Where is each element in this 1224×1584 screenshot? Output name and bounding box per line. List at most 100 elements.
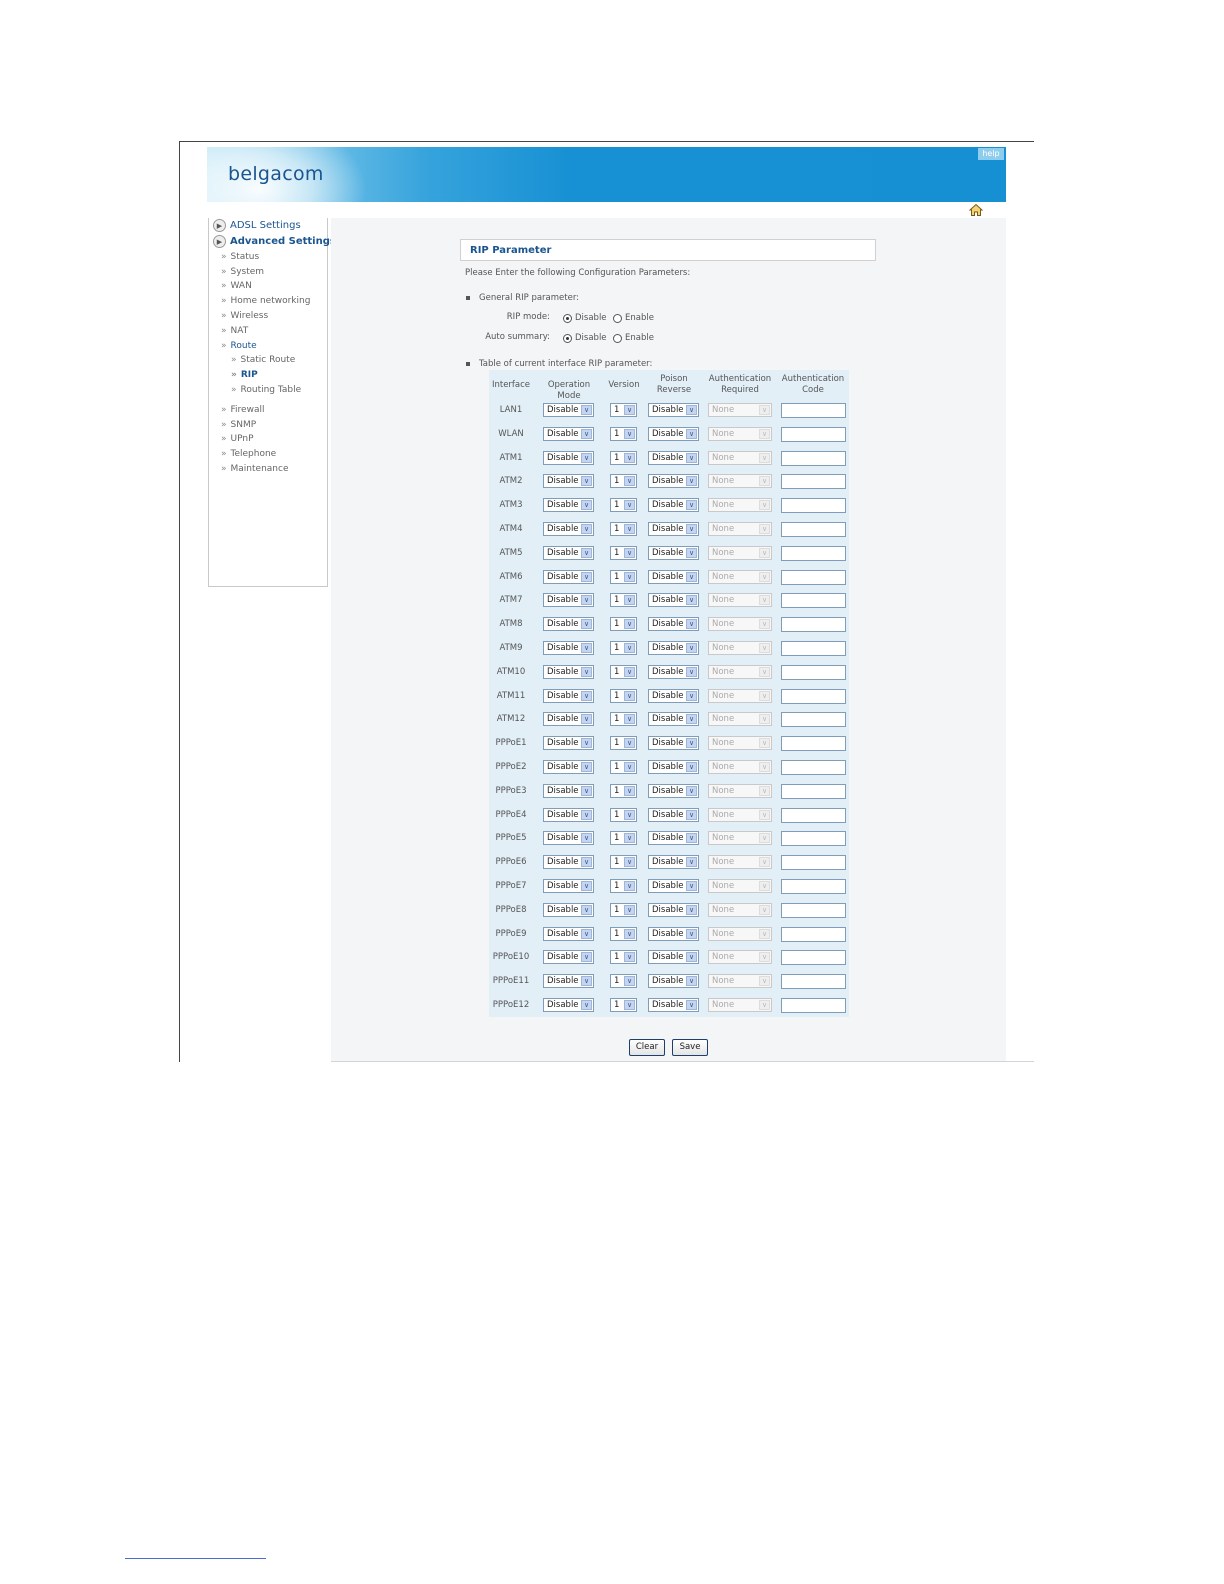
- version-select[interactable]: 1 ∨: [610, 760, 637, 774]
- version-select[interactable]: 1 ∨: [610, 736, 637, 750]
- operation-mode-select[interactable]: Disable ∨: [543, 665, 594, 679]
- auth-code-input[interactable]: [781, 570, 846, 585]
- operation-mode-select[interactable]: Disable ∨: [543, 712, 594, 726]
- poison-reverse-select[interactable]: Disable ∨: [648, 689, 699, 703]
- version-select[interactable]: 1 ∨: [610, 593, 637, 607]
- clear-button[interactable]: Clear: [629, 1039, 665, 1056]
- version-select[interactable]: 1 ∨: [610, 451, 637, 465]
- auth-code-input[interactable]: [781, 855, 846, 870]
- auth-code-input[interactable]: [781, 498, 846, 513]
- operation-mode-select[interactable]: Disable ∨: [543, 950, 594, 964]
- operation-mode-select[interactable]: Disable ∨: [543, 451, 594, 465]
- version-select[interactable]: 1 ∨: [610, 641, 637, 655]
- version-select[interactable]: 1 ∨: [610, 522, 637, 536]
- auth-code-input[interactable]: [781, 474, 846, 489]
- poison-reverse-select[interactable]: Disable ∨: [648, 974, 699, 988]
- poison-reverse-select[interactable]: Disable ∨: [648, 927, 699, 941]
- poison-reverse-select[interactable]: Disable ∨: [648, 998, 699, 1012]
- auth-code-input[interactable]: [781, 974, 846, 989]
- version-select[interactable]: 1 ∨: [610, 855, 637, 869]
- auth-code-input[interactable]: [781, 903, 846, 918]
- operation-mode-select[interactable]: Disable ∨: [543, 427, 594, 441]
- auth-code-input[interactable]: [781, 689, 846, 704]
- auth-code-input[interactable]: [781, 760, 846, 775]
- version-select[interactable]: 1 ∨: [610, 784, 637, 798]
- poison-reverse-select[interactable]: Disable ∨: [648, 546, 699, 560]
- version-select[interactable]: 1 ∨: [610, 927, 637, 941]
- operation-mode-select[interactable]: Disable ∨: [543, 403, 594, 417]
- auth-code-input[interactable]: [781, 593, 846, 608]
- version-select[interactable]: 1 ∨: [610, 427, 637, 441]
- operation-mode-select[interactable]: Disable ∨: [543, 570, 594, 584]
- operation-mode-select[interactable]: Disable ∨: [543, 903, 594, 917]
- poison-reverse-select[interactable]: Disable ∨: [648, 784, 699, 798]
- operation-mode-select[interactable]: Disable ∨: [543, 641, 594, 655]
- auth-code-input[interactable]: [781, 736, 846, 751]
- sidebar-group-advanced[interactable]: ▶ Advanced Settings: [213, 235, 336, 248]
- poison-reverse-select[interactable]: Disable ∨: [648, 736, 699, 750]
- operation-mode-select[interactable]: Disable ∨: [543, 927, 594, 941]
- sidebar-item-routing-table[interactable]: Routing Table: [231, 385, 302, 395]
- operation-mode-select[interactable]: Disable ∨: [543, 998, 594, 1012]
- poison-reverse-select[interactable]: Disable ∨: [648, 950, 699, 964]
- auth-code-input[interactable]: [781, 879, 846, 894]
- version-select[interactable]: 1 ∨: [610, 879, 637, 893]
- sidebar-item-upnp[interactable]: UPnP: [221, 434, 254, 444]
- sidebar-item-static-route[interactable]: Static Route: [231, 355, 296, 365]
- sidebar-item-telephone[interactable]: Telephone: [221, 449, 277, 459]
- operation-mode-select[interactable]: Disable ∨: [543, 689, 594, 703]
- auth-code-input[interactable]: [781, 998, 846, 1013]
- sidebar-item-home-networking[interactable]: Home networking: [221, 296, 311, 306]
- poison-reverse-select[interactable]: Disable ∨: [648, 808, 699, 822]
- poison-reverse-select[interactable]: Disable ∨: [648, 855, 699, 869]
- sidebar-item-wireless[interactable]: Wireless: [221, 311, 269, 321]
- poison-reverse-select[interactable]: Disable ∨: [648, 498, 699, 512]
- auto-summary-enable-radio[interactable]: Enable: [613, 333, 654, 343]
- poison-reverse-select[interactable]: Disable ∨: [648, 831, 699, 845]
- auth-code-input[interactable]: [781, 641, 846, 656]
- auth-code-input[interactable]: [781, 950, 846, 965]
- auth-code-input[interactable]: [781, 784, 846, 799]
- operation-mode-select[interactable]: Disable ∨: [543, 736, 594, 750]
- rip-mode-enable-radio[interactable]: Enable: [613, 313, 654, 323]
- poison-reverse-select[interactable]: Disable ∨: [648, 570, 699, 584]
- sidebar-item-nat[interactable]: NAT: [221, 326, 249, 336]
- sidebar-item-maintenance[interactable]: Maintenance: [221, 464, 289, 474]
- auth-code-input[interactable]: [781, 522, 846, 537]
- operation-mode-select[interactable]: Disable ∨: [543, 855, 594, 869]
- version-select[interactable]: 1 ∨: [610, 831, 637, 845]
- operation-mode-select[interactable]: Disable ∨: [543, 784, 594, 798]
- sidebar-item-rip[interactable]: RIP: [231, 370, 258, 380]
- operation-mode-select[interactable]: Disable ∨: [543, 522, 594, 536]
- help-link[interactable]: help: [978, 148, 1004, 160]
- auth-code-input[interactable]: [781, 712, 846, 727]
- version-select[interactable]: 1 ∨: [610, 808, 637, 822]
- poison-reverse-select[interactable]: Disable ∨: [648, 760, 699, 774]
- sidebar-item-route[interactable]: Route: [221, 341, 257, 351]
- poison-reverse-select[interactable]: Disable ∨: [648, 617, 699, 631]
- version-select[interactable]: 1 ∨: [610, 950, 637, 964]
- version-select[interactable]: 1 ∨: [610, 998, 637, 1012]
- poison-reverse-select[interactable]: Disable ∨: [648, 593, 699, 607]
- version-select[interactable]: 1 ∨: [610, 403, 637, 417]
- auth-code-input[interactable]: [781, 927, 846, 942]
- poison-reverse-select[interactable]: Disable ∨: [648, 665, 699, 679]
- auth-code-input[interactable]: [781, 665, 846, 680]
- poison-reverse-select[interactable]: Disable ∨: [648, 522, 699, 536]
- auth-code-input[interactable]: [781, 427, 846, 442]
- version-select[interactable]: 1 ∨: [610, 665, 637, 679]
- operation-mode-select[interactable]: Disable ∨: [543, 593, 594, 607]
- rip-mode-disable-radio[interactable]: Disable: [563, 313, 607, 323]
- version-select[interactable]: 1 ∨: [610, 570, 637, 584]
- auth-code-input[interactable]: [781, 403, 846, 418]
- version-select[interactable]: 1 ∨: [610, 498, 637, 512]
- operation-mode-select[interactable]: Disable ∨: [543, 760, 594, 774]
- save-button[interactable]: Save: [672, 1039, 708, 1056]
- sidebar-item-status[interactable]: Status: [221, 252, 260, 262]
- poison-reverse-select[interactable]: Disable ∨: [648, 403, 699, 417]
- version-select[interactable]: 1 ∨: [610, 474, 637, 488]
- sidebar-item-firewall[interactable]: Firewall: [221, 405, 265, 415]
- sidebar-item-system[interactable]: System: [221, 267, 265, 277]
- operation-mode-select[interactable]: Disable ∨: [543, 808, 594, 822]
- operation-mode-select[interactable]: Disable ∨: [543, 498, 594, 512]
